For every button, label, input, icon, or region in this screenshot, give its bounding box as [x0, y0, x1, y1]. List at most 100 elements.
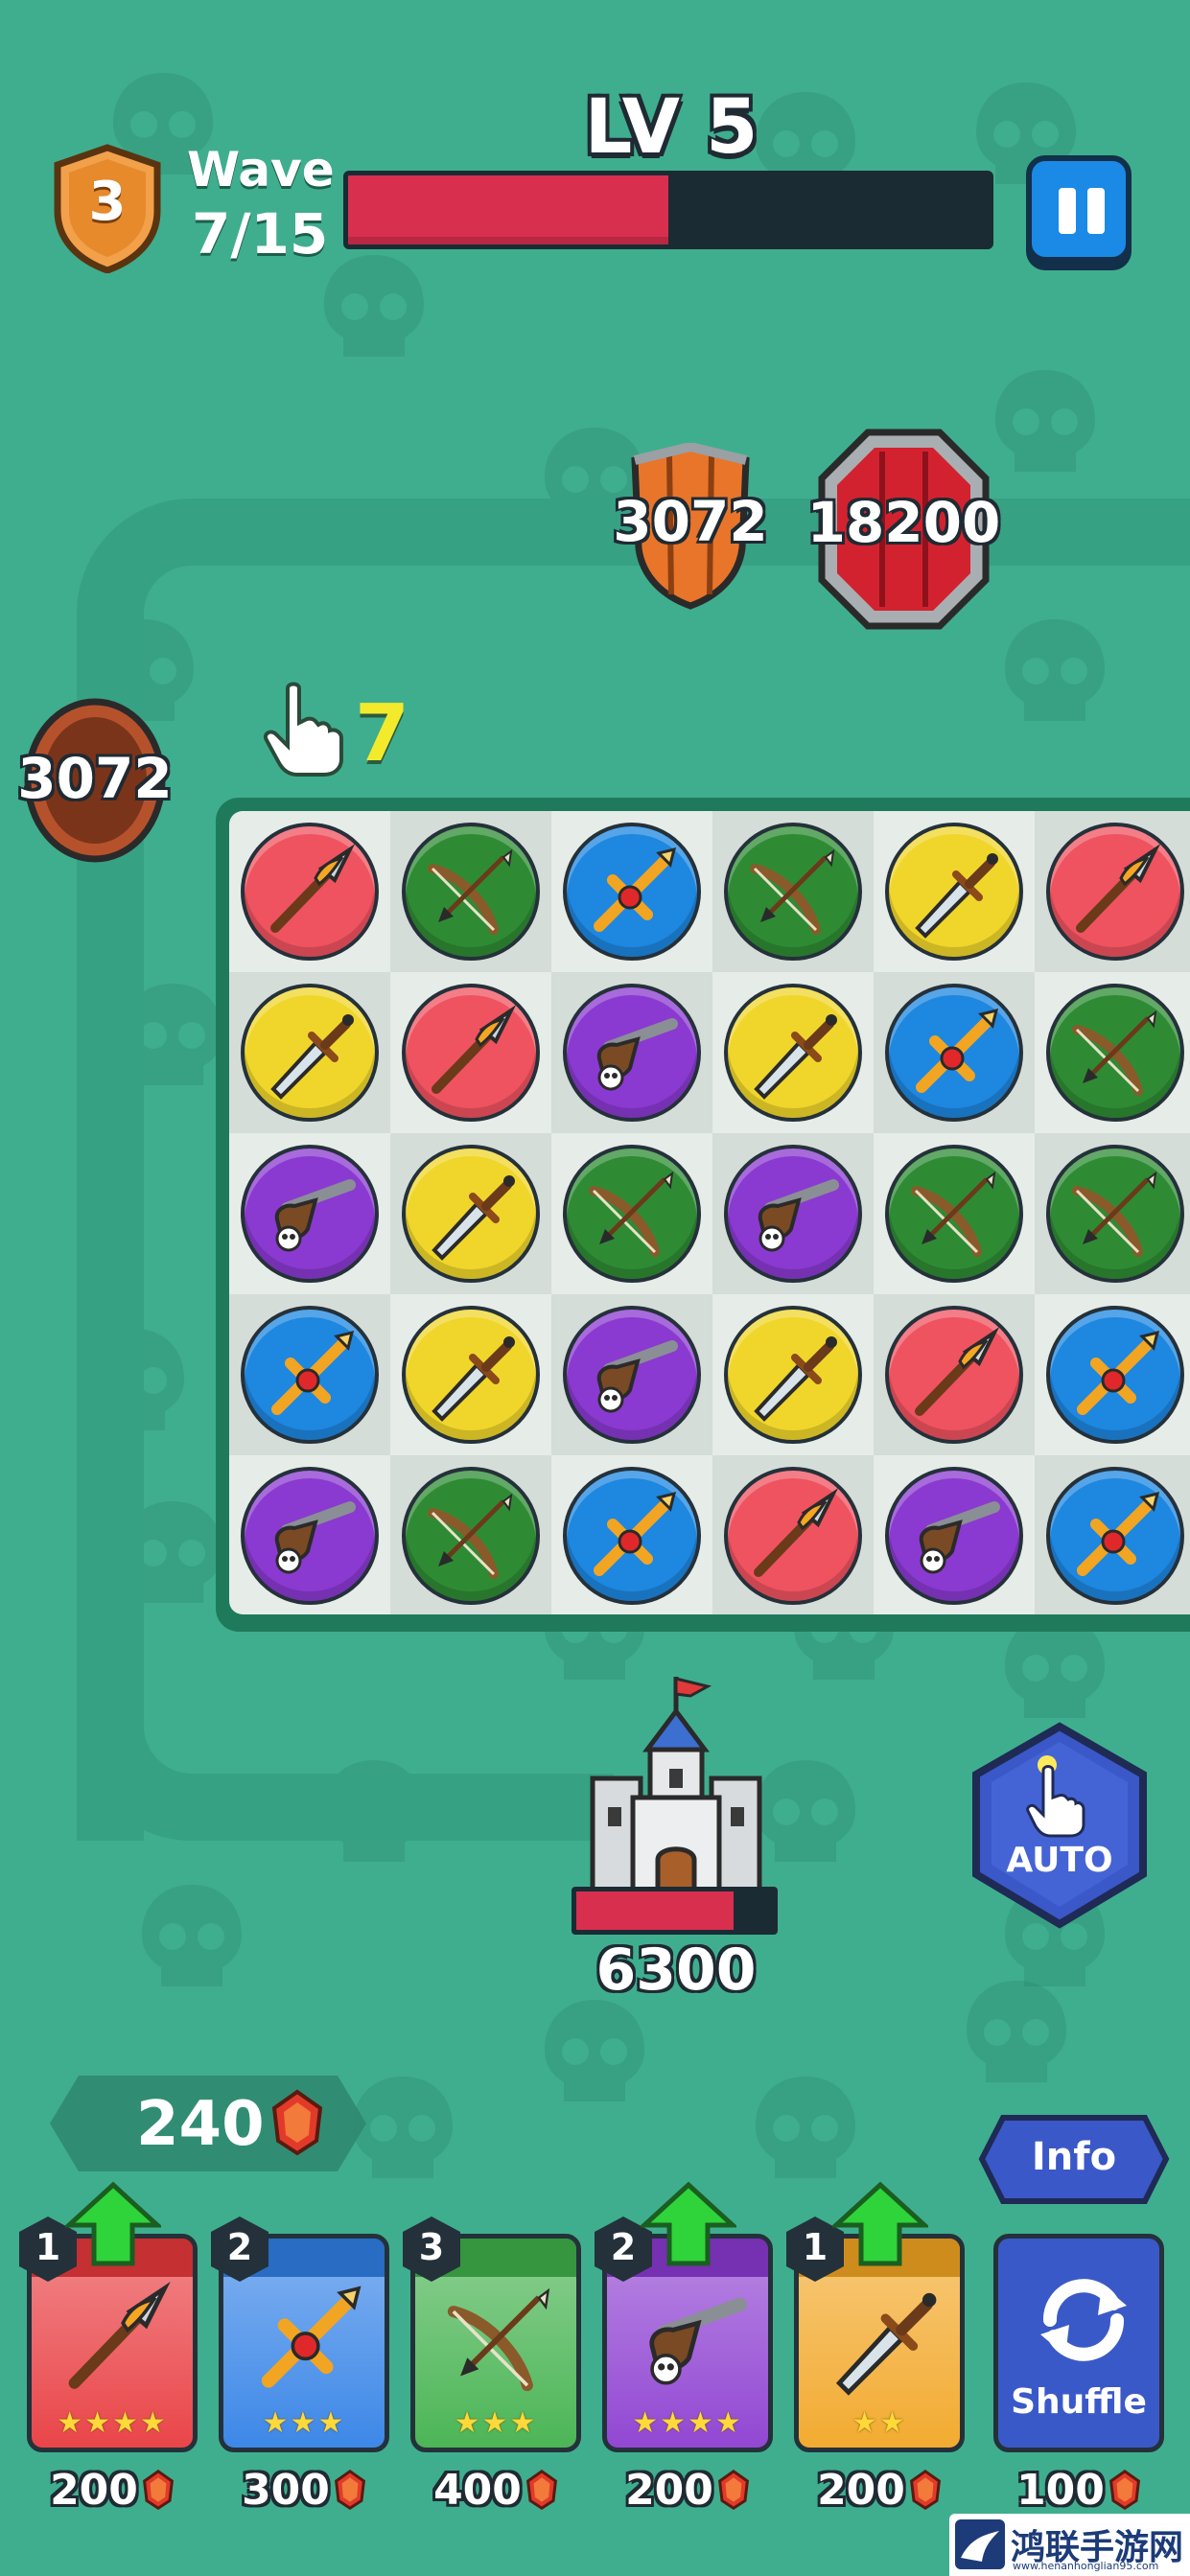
wave-progress-bar [343, 171, 993, 249]
red-spear-gem[interactable] [724, 1467, 862, 1605]
cross-icon [916, 1008, 999, 1093]
board-cell[interactable] [551, 1294, 712, 1455]
blue-cross-gem[interactable] [241, 1306, 379, 1444]
upgrade-arrow-icon[interactable] [829, 2181, 931, 2267]
card-stars: ★★★ [262, 2406, 346, 2440]
skull-icon [959, 1975, 1074, 2090]
board-cell[interactable] [874, 811, 1035, 972]
green-bow-gem[interactable] [563, 1145, 701, 1283]
yellow-dagger-gem[interactable] [885, 823, 1023, 961]
green-bow-gem[interactable] [885, 1145, 1023, 1283]
board-cell[interactable] [390, 1133, 551, 1294]
board-cell[interactable] [874, 1294, 1035, 1455]
pistol-icon [919, 1501, 1000, 1574]
purple-pistol-gem[interactable] [241, 1467, 379, 1605]
green-bow-gem[interactable] [402, 1467, 540, 1605]
board-cell[interactable] [712, 1294, 874, 1455]
moves-remaining: 7 [355, 688, 410, 779]
bow-icon [428, 848, 513, 935]
cross-icon [271, 1330, 355, 1415]
red-spear-gem[interactable] [241, 823, 379, 961]
card-level: 3 [418, 2226, 445, 2268]
bow-icon [1072, 1010, 1157, 1096]
purple-pistol-gem[interactable] [885, 1467, 1023, 1605]
green-bow-gem[interactable] [1046, 984, 1184, 1122]
bow-icon [911, 1171, 996, 1257]
cross-icon [1077, 1491, 1160, 1576]
dagger-icon [432, 1336, 515, 1422]
board-cell[interactable] [1035, 811, 1190, 972]
bow-icon [1072, 1171, 1157, 1257]
board-cell[interactable] [551, 811, 712, 972]
board-cell[interactable] [229, 972, 390, 1133]
spear-icon [432, 1005, 517, 1094]
yellow-dagger-gem[interactable] [402, 1145, 540, 1283]
board-cell[interactable] [229, 1455, 390, 1614]
ruby-icon [1108, 2470, 1140, 2510]
blue-cross-gem[interactable] [563, 1467, 701, 1605]
green-bow-gem[interactable] [724, 823, 862, 961]
purple-pistol-gem[interactable] [563, 984, 701, 1122]
auto-label: AUTO [1006, 1841, 1113, 1880]
level-title: LV 5 [584, 84, 758, 171]
board-cell[interactable] [1035, 1133, 1190, 1294]
board-cell[interactable] [390, 972, 551, 1133]
dagger-icon [754, 1336, 837, 1422]
upgrade-arrow-icon[interactable] [638, 2181, 739, 2267]
board-cell[interactable] [229, 1133, 390, 1294]
yellow-dagger-gem[interactable] [724, 1306, 862, 1444]
red-spear-gem[interactable] [885, 1306, 1023, 1444]
pause-icon [1059, 188, 1076, 234]
blue-cross-gem[interactable] [885, 984, 1023, 1122]
blue-cross-gem[interactable] [1046, 1306, 1184, 1444]
purple-pistol-gem[interactable] [724, 1145, 862, 1283]
board-cell[interactable] [712, 811, 874, 972]
board-cell[interactable] [1035, 1455, 1190, 1614]
shuffle-button[interactable]: Shuffle [993, 2234, 1164, 2452]
board-cell[interactable] [390, 811, 551, 972]
board-cell[interactable] [712, 1455, 874, 1614]
board-cell[interactable] [390, 1455, 551, 1614]
upgrade-arrow-icon[interactable] [62, 2181, 164, 2267]
board-cell[interactable] [874, 1455, 1035, 1614]
purple-pistol-gem[interactable] [563, 1306, 701, 1444]
board-cell[interactable] [229, 1294, 390, 1455]
yellow-dagger-gem[interactable] [724, 984, 862, 1122]
blue-cross-gem[interactable] [563, 823, 701, 961]
board-cell[interactable] [390, 1294, 551, 1455]
pause-button[interactable] [1026, 155, 1132, 263]
spear-icon [49, 2277, 183, 2402]
wave-count: 7/15 [192, 201, 329, 267]
card-level-badge: 3 [399, 2215, 464, 2284]
tap-hand-icon [264, 682, 343, 777]
red-spear-gem[interactable] [402, 984, 540, 1122]
board-cell[interactable] [712, 1133, 874, 1294]
cross-staff-icon [241, 2277, 375, 2402]
card-level: 2 [226, 2226, 253, 2268]
enemy-wooden-shield: 3072 [613, 443, 768, 611]
dagger-icon [915, 853, 998, 939]
player-level-badge: 3 [50, 144, 165, 274]
cross-icon [1077, 1330, 1160, 1415]
card-stars: ★★★★ [57, 2406, 168, 2440]
board-cell[interactable] [551, 972, 712, 1133]
board-cell[interactable] [712, 972, 874, 1133]
wave-label: Wave [187, 142, 335, 197]
board-cell[interactable] [1035, 972, 1190, 1133]
info-button[interactable]: Info [978, 2114, 1170, 2205]
board-cell[interactable] [1035, 1294, 1190, 1455]
board-cell[interactable] [229, 811, 390, 972]
board-cell[interactable] [551, 1133, 712, 1294]
blue-cross-gem[interactable] [1046, 1467, 1184, 1605]
green-bow-gem[interactable] [402, 823, 540, 961]
watermark-logo-icon [955, 2519, 1005, 2569]
board-cell[interactable] [874, 972, 1035, 1133]
board-cell[interactable] [551, 1455, 712, 1614]
purple-pistol-gem[interactable] [241, 1145, 379, 1283]
yellow-dagger-gem[interactable] [241, 984, 379, 1122]
red-spear-gem[interactable] [1046, 823, 1184, 961]
green-bow-gem[interactable] [1046, 1145, 1184, 1283]
auto-button[interactable]: AUTO [968, 1721, 1151, 1932]
yellow-dagger-gem[interactable] [402, 1306, 540, 1444]
board-cell[interactable] [874, 1133, 1035, 1294]
